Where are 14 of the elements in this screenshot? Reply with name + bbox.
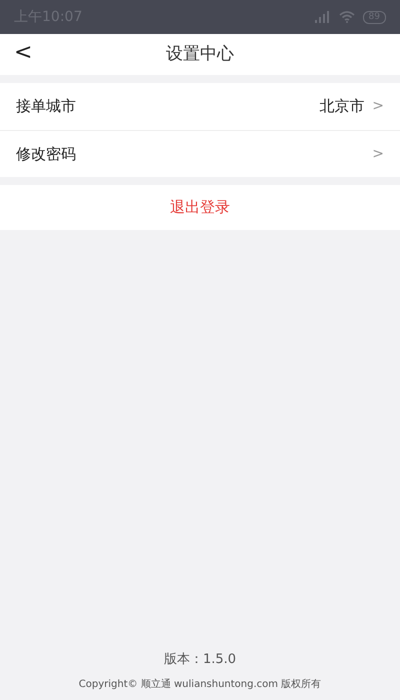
logout-button[interactable]: 退出登录 [0,185,400,230]
setting-label: 修改密码 [16,144,76,165]
settings-row[interactable]: 修改密码 > [0,130,400,177]
back-button[interactable]: < [10,40,36,66]
settings-row[interactable]: 接单城市 北京市 > [0,83,400,130]
copyright-text: Copyright© 顺立通 wulianshuntong.com 版权所有 [78,678,322,692]
version-text: 版本：1.5.0 [164,650,236,668]
chevron-icon: > [372,144,384,164]
setting-label: 接单城市 [16,96,76,118]
setting-value: 北京市 [319,96,364,118]
wifi-icon [338,11,355,23]
signal-icon [314,11,331,23]
page-title: 设置中心 [166,42,234,66]
chevron-icon: > [372,96,384,117]
